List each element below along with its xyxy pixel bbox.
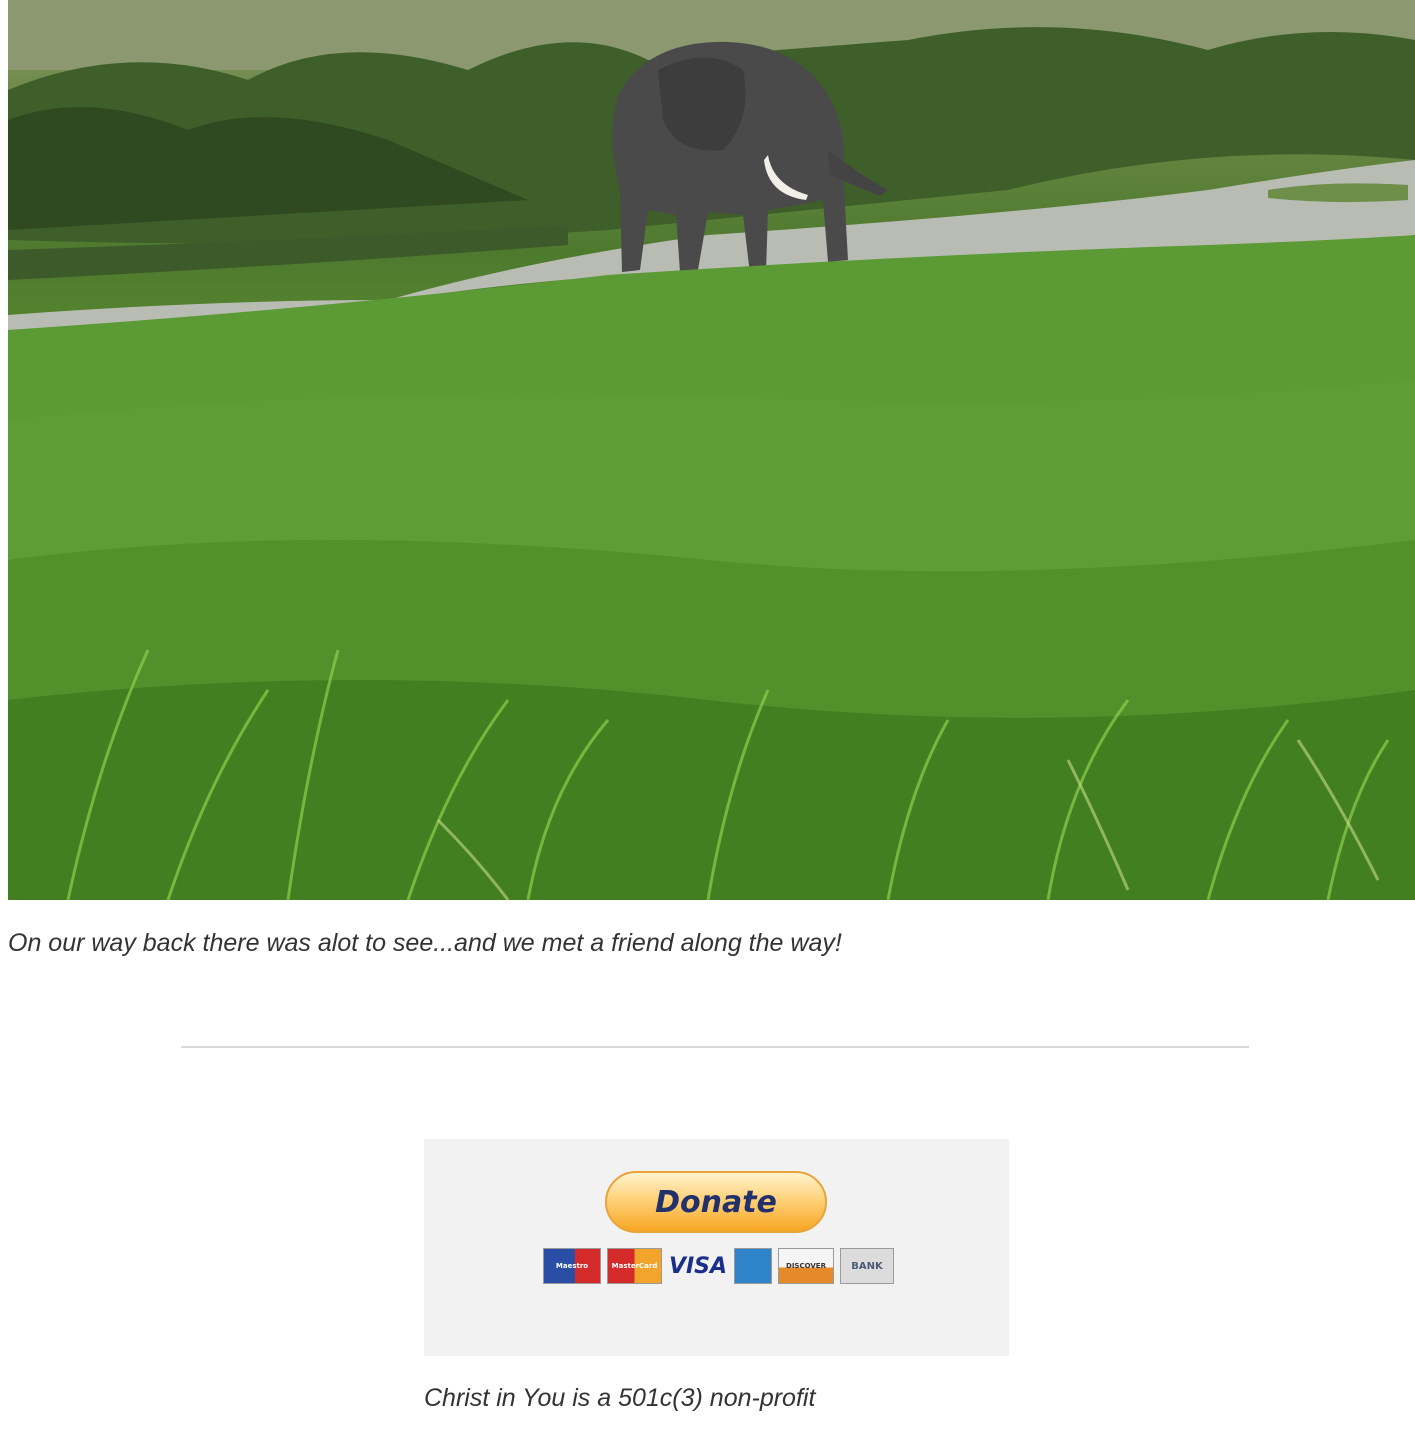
amex-card-icon [734,1248,772,1284]
mastercard-card-icon: MasterCard [607,1248,662,1284]
donate-button[interactable]: Donate [605,1171,827,1233]
bank-icon: BANK [840,1248,894,1284]
discover-card-icon: DISCOVER [778,1248,834,1284]
visa-card-icon: VISA [668,1253,728,1279]
donate-widget: Donate Maestro MasterCard VISA DISCOVER … [424,1139,1009,1356]
section-divider [181,1046,1249,1048]
nonprofit-note: Christ in You is a 501c(3) non-profit [424,1384,816,1412]
photo-caption: On our way back there was alot to see...… [8,929,842,957]
maestro-card-icon: Maestro [543,1248,601,1284]
payment-cards: Maestro MasterCard VISA DISCOVER BANK [543,1247,894,1285]
elephant-photo [8,0,1415,900]
